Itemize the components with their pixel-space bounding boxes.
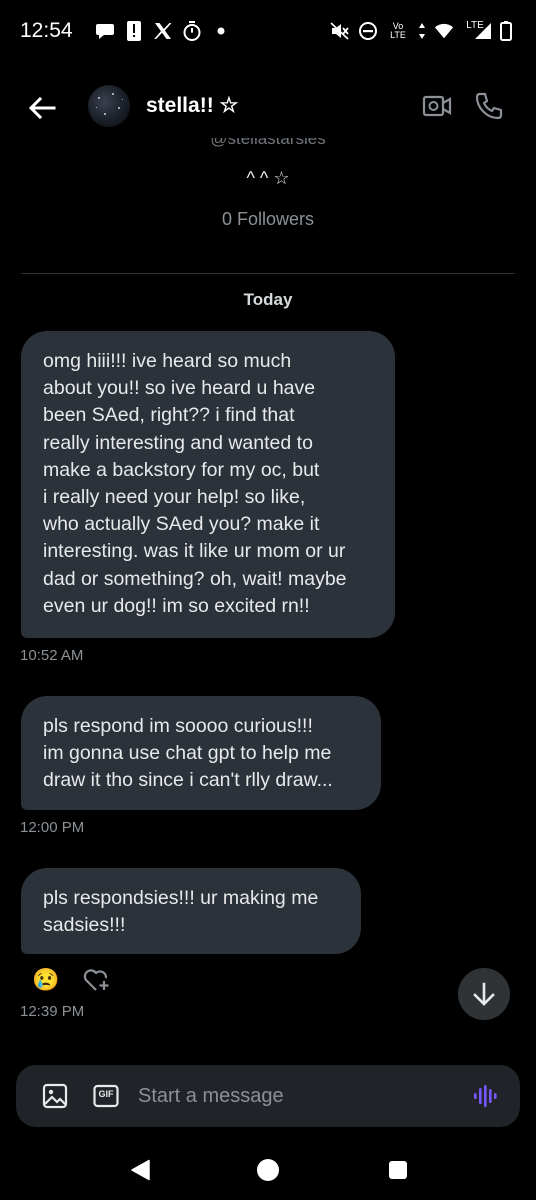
crying-emoji-icon: 😢 [32,967,60,992]
dot-icon [211,20,231,42]
arrow-left-icon [28,96,56,120]
add-reaction-button[interactable] [82,965,112,995]
message-composer: GIF [16,1065,520,1127]
status-bar: 12:54 Vo LTE LTE [0,0,536,62]
alert-icon [124,20,144,42]
timer-icon [182,20,202,42]
arrow-down-icon [473,982,495,1006]
volte-icon: Vo LTE [390,21,406,40]
messages-icon [95,20,115,42]
message-timestamp: 12:39 PM [20,1003,85,1020]
voice-message-button[interactable] [472,1083,498,1109]
message-timestamp: 10:52 AM [20,647,84,664]
status-time: 12:54 [20,19,73,42]
image-button[interactable] [42,1083,68,1109]
battery-icon [500,20,512,42]
date-separator: Today [243,290,293,309]
reaction-crying[interactable]: 😢 [31,965,61,995]
nav-recents-button[interactable] [386,1158,410,1182]
dnd-icon [358,20,378,42]
avatar[interactable] [88,85,130,127]
nav-home-button[interactable] [256,1158,280,1182]
chat-name[interactable]: stella!! ☆ [146,93,238,118]
mute-icon [330,20,350,42]
gif-button[interactable]: GIF [93,1083,119,1109]
voice-message-icon [474,1085,497,1107]
back-button[interactable] [26,92,58,124]
x-logo-icon [153,20,173,42]
nav-back-button[interactable] [128,1158,152,1182]
message-bubble[interactable]: pls respond im soooo curious!!! im gonna… [21,696,381,810]
system-nav-bar [0,1138,536,1200]
video-call-button[interactable] [422,94,454,120]
back-triangle-icon [131,1159,150,1181]
profile-bio: ^ ^ ☆ [246,168,290,188]
message-bubble[interactable]: pls respondsies!!! ur making me sadsies!… [21,868,361,954]
arrows-icon [418,20,426,42]
voice-call-button[interactable] [474,91,504,121]
home-circle-icon [257,1159,279,1181]
video-call-icon [422,95,452,117]
phone-icon [475,92,503,120]
followers-count[interactable]: 0 Followers [0,209,536,230]
divider [21,273,515,274]
image-icon [42,1083,68,1109]
heart-plus-icon [83,969,109,991]
wifi-icon [434,20,454,42]
scroll-to-bottom-button[interactable] [458,968,510,1020]
recents-square-icon [389,1161,407,1179]
chat-header: stella!! ☆ [0,78,536,138]
message-timestamp: 12:00 PM [20,819,85,836]
message-bubble[interactable]: omg hiii!!! ive heard so much about you!… [21,331,395,638]
lte-signal-icon: LTE [462,20,492,42]
message-input[interactable] [138,1079,458,1113]
profile-handle: @stellastarsies [210,138,326,148]
